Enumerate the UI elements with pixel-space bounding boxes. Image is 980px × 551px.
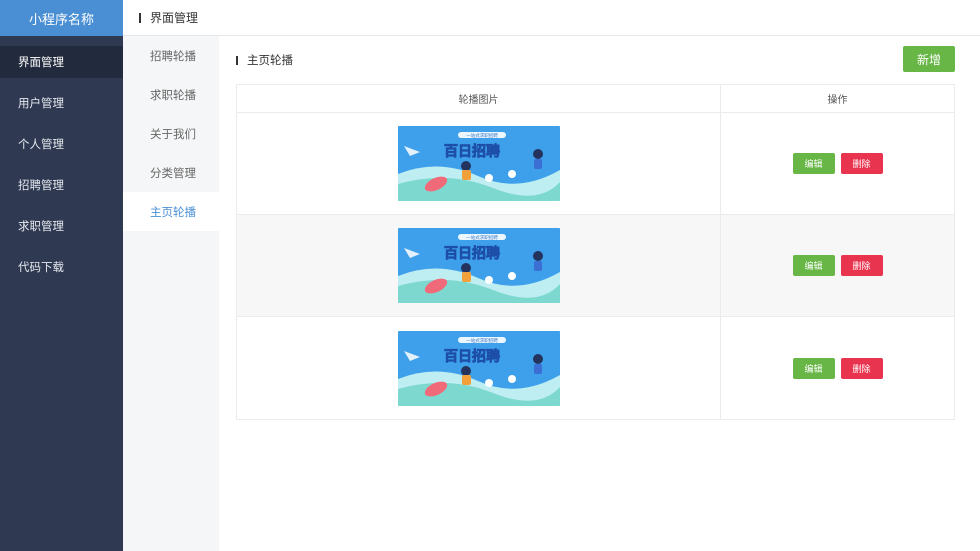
svg-text:百日招聘: 百日招聘 [444,143,500,160]
actions-cell: 编辑 删除 [721,317,954,419]
sidebar-item-personal[interactable]: 个人管理 [0,128,123,160]
edit-button[interactable]: 编辑 [792,255,835,276]
submenu-item-job-carousel[interactable]: 求职轮播 [123,75,219,114]
submenu-item-home-carousel[interactable]: 主页轮播 [123,192,219,231]
carousel-banner-image: 一站式求职招聘 百日招聘 [397,228,560,303]
sidebar: 小程序名称 界面管理 用户管理 个人管理 招聘管理 求职管理 代码下载 [0,0,123,551]
submenu-item-recruit-carousel[interactable]: 招聘轮播 [123,36,219,75]
image-cell: 一站式求职招聘 百日招聘 [237,113,721,214]
submenu-item-category[interactable]: 分类管理 [123,153,219,192]
column-header-image: 轮播图片 [237,85,721,112]
section-marker [236,55,238,65]
carousel-table: 轮播图片 操作 一站式求职招聘 百日招聘 编辑 删除 一站式求职招聘 百日招聘 … [236,84,955,420]
svg-text:一站式求职招聘: 一站式求职招聘 [466,337,498,344]
main-content: 主页轮播 新增 轮播图片 操作 一站式求职招聘 百日招聘 编辑 删除 一站式求职… [219,36,980,551]
sidebar-nav: 界面管理 用户管理 个人管理 招聘管理 求职管理 代码下载 [0,46,123,283]
carousel-banner-image: 一站式求职招聘 百日招聘 [397,330,560,406]
delete-button[interactable]: 删除 [840,255,883,276]
table-header: 轮播图片 操作 [237,85,954,113]
sidebar-item-code-download[interactable]: 代码下载 [0,251,123,283]
add-button[interactable]: 新增 [903,46,955,72]
edit-button[interactable]: 编辑 [792,153,835,174]
submenu: 招聘轮播 求职轮播 关于我们 分类管理 主页轮播 [123,36,219,551]
svg-text:一站式求职招聘: 一站式求职招聘 [466,234,498,241]
section-header: 主页轮播 [236,52,293,68]
svg-text:百日招聘: 百日招聘 [444,245,500,262]
actions-cell: 编辑 删除 [721,113,954,214]
sidebar-item-recruitment[interactable]: 招聘管理 [0,169,123,201]
top-header: 界面管理 [123,0,980,36]
column-header-actions: 操作 [827,95,848,106]
header-marker [139,12,141,23]
table-row: 一站式求职招聘 百日招聘 编辑 删除 [237,215,954,317]
delete-button[interactable]: 删除 [840,153,883,174]
app-logo-title: 小程序名称 [0,0,123,36]
carousel-banner-image: 一站式求职招聘 百日招聘 [397,126,560,201]
section-title: 主页轮播 [247,53,293,67]
image-cell: 一站式求职招聘 百日招聘 [237,317,721,419]
image-cell: 一站式求职招聘 百日招聘 [237,215,721,316]
table-row: 一站式求职招聘 百日招聘 编辑 删除 [237,113,954,215]
sidebar-item-job-seeking[interactable]: 求职管理 [0,210,123,242]
table-row: 一站式求职招聘 百日招聘 编辑 删除 [237,317,954,419]
sidebar-item-interface[interactable]: 界面管理 [0,46,123,78]
svg-text:一站式求职招聘: 一站式求职招聘 [466,132,498,139]
svg-text:百日招聘: 百日招聘 [444,348,500,365]
sidebar-item-users[interactable]: 用户管理 [0,87,123,119]
actions-cell: 编辑 删除 [721,215,954,316]
submenu-item-about-us[interactable]: 关于我们 [123,114,219,153]
page-title: 界面管理 [150,11,199,25]
edit-button[interactable]: 编辑 [792,357,835,379]
delete-button[interactable]: 删除 [840,357,883,379]
